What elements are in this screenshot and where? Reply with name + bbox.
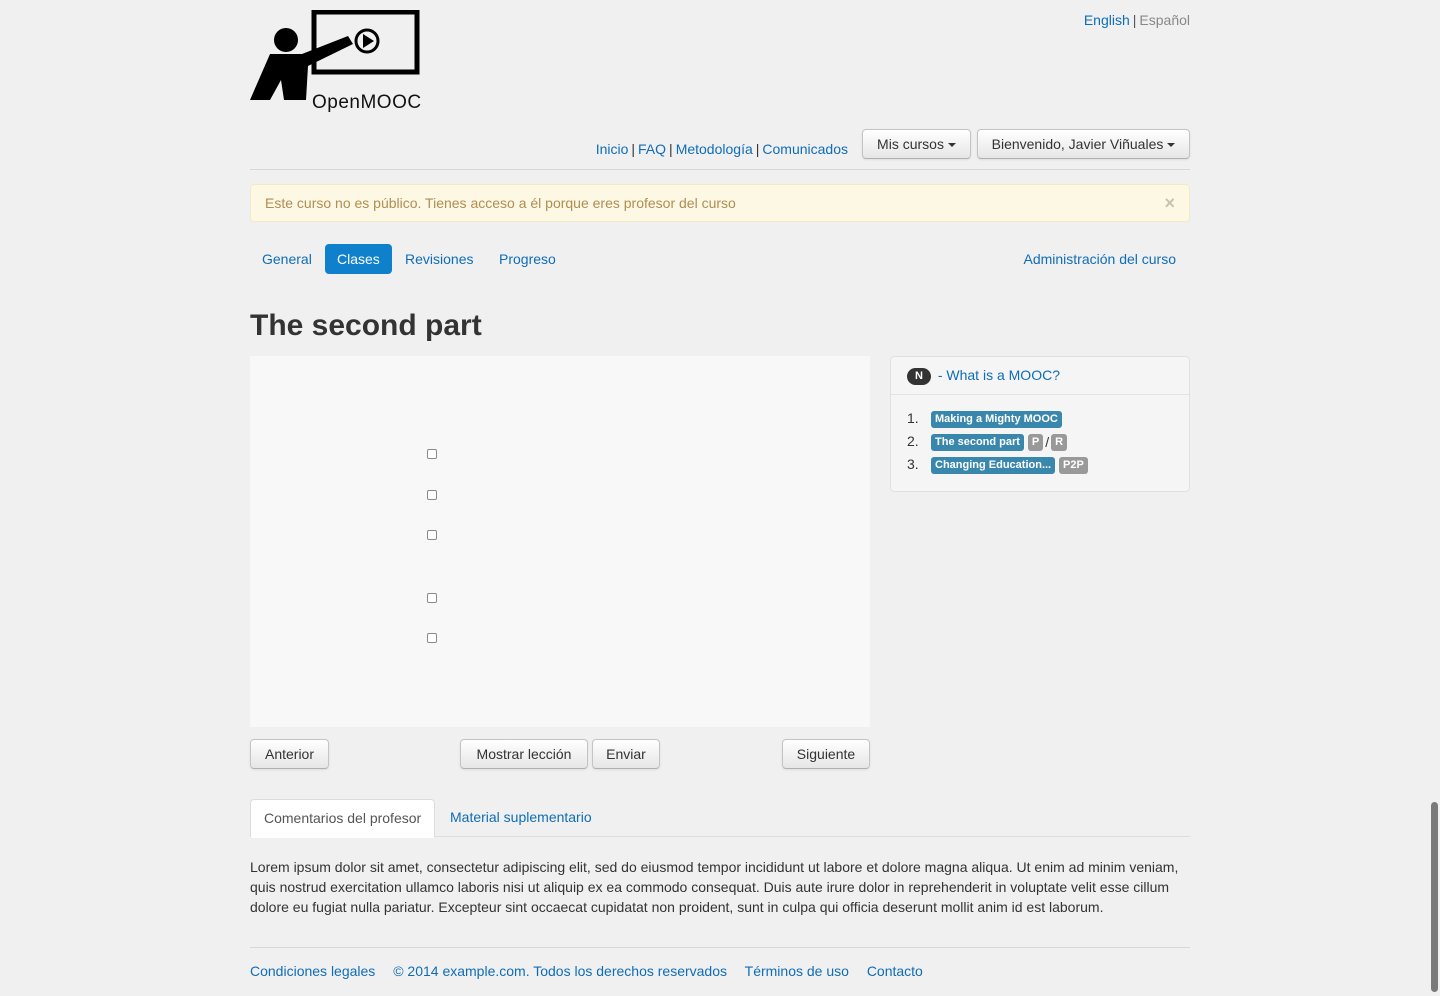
unit-badge: N [907,367,931,385]
answer-checkbox[interactable] [427,633,437,643]
alert-text: Este curso no es público. Tienes acceso … [265,195,736,211]
language-switcher: English | Español [1084,12,1190,28]
lang-separator: | [1132,12,1137,28]
list-item: 1. Making a Mighty MOOC [907,408,1088,431]
footer: Condiciones legales © 2014 example.com. … [250,963,937,979]
show-lesson-button[interactable]: Mostrar lección [460,739,588,769]
list-item: 3. Changing Education... P2P [907,454,1088,477]
user-menu-dropdown[interactable]: Bienvenido, Javier Viñuales [977,129,1190,159]
private-course-alert: Este curso no es público. Tienes acceso … [250,184,1190,222]
nav-separator: | [755,141,760,157]
footer-terms-link[interactable]: Términos de uso [745,963,849,979]
tab-revisiones[interactable]: Revisiones [393,244,485,274]
tab-progreso[interactable]: Progreso [487,244,568,274]
comment-tabs: Comentarios del profesor Material suplem… [250,799,1190,838]
header-divider [250,169,1190,170]
nav-separator: | [631,141,636,157]
teacher-comments-text: Lorem ipsum dolor sit amet, consectetur … [250,859,1179,915]
tab-general[interactable]: General [250,244,324,274]
lesson-number: 2. [907,433,919,449]
lesson-number: 3. [907,456,919,472]
answer-checkbox[interactable] [427,449,437,459]
footer-contact-link[interactable]: Contacto [867,963,923,979]
caret-down-icon [947,143,956,148]
next-button[interactable]: Siguiente [782,739,870,769]
logo-text: OpenMOOC [312,92,422,113]
lesson-list: 1. Making a Mighty MOOC 2. The second part… [907,408,1088,477]
lang-english-link[interactable]: English [1084,12,1130,28]
unit-title-link[interactable]: - What is a MOOC? [938,367,1060,383]
tag-separator: / [1045,434,1050,451]
tag-p-badge[interactable]: P [1027,433,1044,451]
nav-separator: | [669,141,673,157]
nav-metodologia-link[interactable]: Metodología [676,141,753,157]
unit-sidebar: N - What is a MOOC? 1. Making a Mighty MO… [890,356,1190,492]
nav-inicio-link[interactable]: Inicio [596,141,629,157]
lang-spanish-current: Español [1139,12,1190,28]
lesson-content [250,356,870,727]
lesson-number: 1. [907,410,919,426]
close-icon[interactable]: × [1164,193,1175,213]
list-item: 2. The second part P / R [907,431,1088,454]
submit-button[interactable]: Enviar [592,739,660,769]
top-nav: Inicio | FAQ | Metodología | Comunicados [596,141,848,157]
previous-button[interactable]: Anterior [250,739,329,769]
course-tabs: General Clases Revisiones Progreso Admin… [250,244,1190,274]
tab-clases[interactable]: Clases [325,244,392,274]
lesson-link[interactable]: Making a Mighty MOOC [931,410,1062,428]
scrollbar-thumb[interactable] [1431,802,1438,992]
teacher-logo-icon [250,9,420,100]
welcome-label: Bienvenido, Javier Viñuales [991,136,1164,152]
lesson-link[interactable]: The second part [931,433,1024,451]
tag-p2p-badge[interactable]: P2P [1059,456,1088,474]
lesson-link[interactable]: Changing Education... [931,456,1056,474]
nav-comunicados-link[interactable]: Comunicados [762,141,848,157]
tab-comentarios-profesor[interactable]: Comentarios del profesor [250,799,436,838]
page-container: OpenMOOC English | Español Inicio | FAQ | Meto… [250,0,1190,996]
footer-divider [250,947,1190,948]
my-courses-dropdown[interactable]: Mis cursos [862,129,971,159]
my-courses-label: Mis cursos [877,136,944,152]
footer-legal-link[interactable]: Condiciones legales [250,963,375,979]
tag-r-badge[interactable]: R [1051,433,1068,451]
footer-copyright-link[interactable]: © 2014 example.com. Todos los derechos r… [393,963,727,979]
unit-header: N - What is a MOOC? [891,357,1189,395]
page-title: The second part [250,309,482,342]
answer-checkbox[interactable] [427,530,437,540]
answer-checkbox[interactable] [427,490,437,500]
caret-down-icon [1167,143,1176,148]
course-admin-link[interactable]: Administración del curso [1023,244,1176,274]
tab-material-suplementario[interactable]: Material suplementario [437,799,605,836]
nav-faq-link[interactable]: FAQ [638,141,666,157]
answer-checkbox[interactable] [427,593,437,603]
openmooc-logo[interactable]: OpenMOOC [250,9,422,113]
